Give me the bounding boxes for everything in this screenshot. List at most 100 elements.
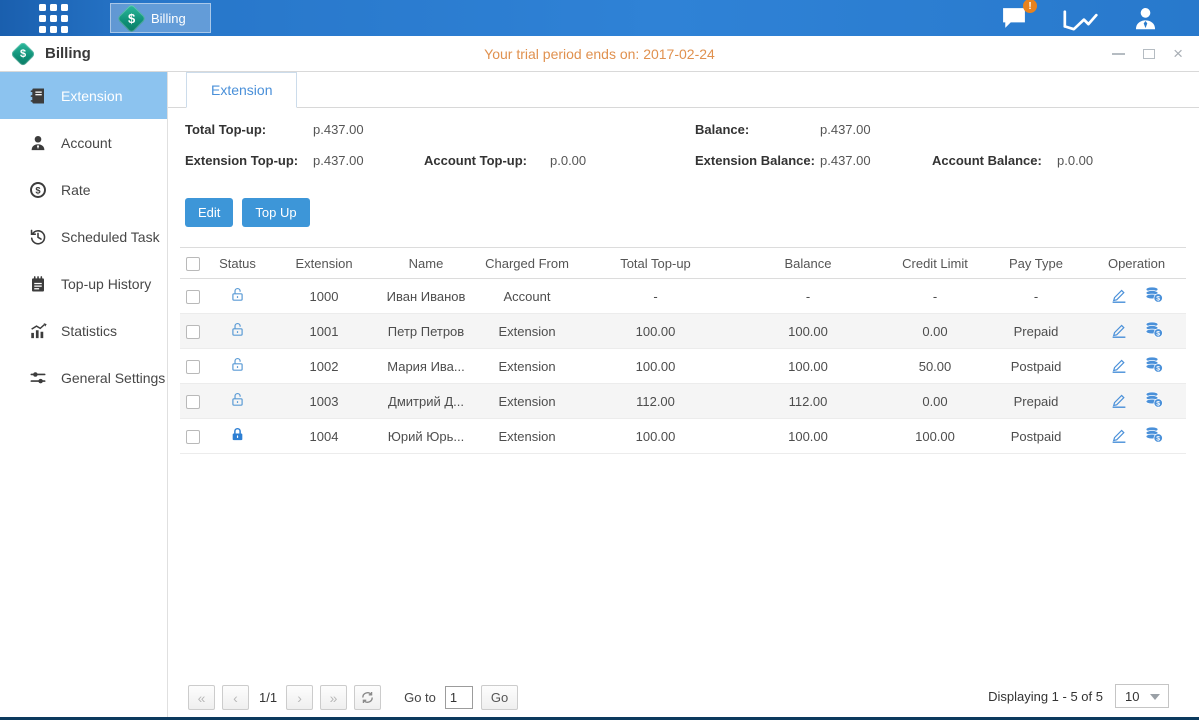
credit-limit-cell: 0.00 [885, 314, 985, 349]
column-header: Status [205, 248, 270, 279]
balance-value: p.437.00 [820, 122, 871, 137]
top-up-button[interactable]: Top Up [242, 198, 309, 227]
dropdown-arrow-icon [1150, 694, 1160, 700]
total-topup-cell: 112.00 [580, 384, 731, 419]
column-header: Name [378, 248, 474, 279]
maximize-icon[interactable] [1143, 46, 1155, 62]
row-checkbox[interactable] [186, 430, 200, 444]
tab-strip: Extension [168, 72, 1199, 108]
sidebar-item-statistics[interactable]: Statistics [0, 307, 167, 354]
pagination: « ‹ 1/1 › » Go to Go [188, 685, 525, 710]
stats-icon [28, 322, 48, 340]
name-cell: Юрий Юрь... [378, 419, 474, 454]
sidebar-item-rate[interactable]: $Rate [0, 166, 167, 213]
window-body: Extension Account$RateScheduled TaskTop-u… [0, 72, 1199, 717]
table-row: 1003Дмитрий Д...Extension112.00112.000.0… [180, 384, 1186, 419]
edit-icon[interactable] [1110, 356, 1128, 374]
lock-open-icon [229, 391, 246, 408]
edit-icon[interactable] [1110, 286, 1128, 304]
row-checkbox[interactable] [186, 290, 200, 304]
charged-from-cell: Extension [474, 314, 580, 349]
svg-text:$: $ [1156, 401, 1160, 408]
prev-page-icon[interactable]: ‹ [222, 685, 249, 710]
sidebar: Extension Account$RateScheduled TaskTop-u… [0, 72, 168, 717]
taskbar-item-billing[interactable]: $ Billing [110, 3, 211, 33]
table-row: 1001Петр ПетровExtension100.00100.000.00… [180, 314, 1186, 349]
resource-monitor-icon[interactable] [1062, 6, 1098, 31]
lock-open-icon [229, 356, 246, 373]
displaying-text: Displaying 1 - 5 of 5 [988, 689, 1103, 704]
notifications-icon[interactable]: ! [1000, 6, 1028, 30]
lock-open-icon [229, 286, 246, 303]
topup-icon[interactable]: $ [1144, 320, 1164, 339]
lock-closed-icon [229, 426, 246, 443]
column-header: Operation [1087, 248, 1186, 279]
book-icon [28, 87, 48, 105]
next-page-icon[interactable]: › [286, 685, 313, 710]
close-icon[interactable]: × [1173, 46, 1183, 62]
app-grid-icon[interactable] [36, 3, 70, 33]
topup-icon[interactable]: $ [1144, 390, 1164, 409]
svg-text:$: $ [35, 185, 41, 195]
svg-text:$: $ [1156, 296, 1160, 303]
credit-limit-cell: - [885, 279, 985, 314]
user-account-icon[interactable] [1132, 5, 1159, 32]
edit-icon[interactable] [1110, 426, 1128, 444]
sidebar-item-extension[interactable]: Extension [0, 72, 167, 119]
pay-type-cell: Prepaid [985, 384, 1087, 419]
row-checkbox[interactable] [186, 360, 200, 374]
edit-icon[interactable] [1110, 321, 1128, 339]
first-page-icon[interactable]: « [188, 685, 215, 710]
page-indicator: 1/1 [259, 690, 277, 705]
pay-type-cell: - [985, 279, 1087, 314]
credit-limit-cell: 0.00 [885, 384, 985, 419]
sidebar-item-top-up-history[interactable]: Top-up History [0, 260, 167, 307]
row-checkbox[interactable] [186, 395, 200, 409]
page-size-select[interactable]: 10 [1115, 684, 1169, 708]
svg-text:$: $ [1156, 436, 1160, 443]
edit-icon[interactable] [1110, 391, 1128, 409]
sliders-icon [28, 369, 48, 387]
lock-open-icon [229, 321, 246, 338]
extension-balance-label: Extension Balance: [695, 153, 815, 168]
svg-text:$: $ [1156, 331, 1160, 338]
extension-topup-label: Extension Top-up: [185, 153, 298, 168]
refresh-icon[interactable] [354, 685, 381, 710]
window-titlebar: $ Billing Your trial period ends on: 201… [0, 36, 1199, 72]
tab-extension[interactable]: Extension [186, 72, 297, 108]
topup-icon[interactable]: $ [1144, 355, 1164, 374]
charged-from-cell: Extension [474, 349, 580, 384]
charged-from-cell: Extension [474, 384, 580, 419]
sidebar-item-label: Extension [61, 88, 122, 104]
name-cell: Петр Петров [378, 314, 474, 349]
sidebar-item-label: General Settings [61, 370, 165, 386]
balance-cell: - [731, 279, 885, 314]
billing-app-icon: $ [117, 3, 147, 33]
extensions-table: Status Extension NameCharged FromTotal Top… [180, 247, 1186, 454]
main-panel: Extension Total Top-up: p.437.00 Balance… [168, 72, 1199, 717]
go-button[interactable]: Go [481, 685, 518, 710]
balance-label: Balance: [695, 122, 749, 137]
extension-cell: 1002 [270, 349, 378, 384]
name-cell: Мария Ива... [378, 349, 474, 384]
history-clock-icon [28, 228, 48, 246]
edit-button[interactable]: Edit [185, 198, 233, 227]
topup-icon[interactable]: $ [1144, 285, 1164, 304]
row-checkbox[interactable] [186, 325, 200, 339]
minimize-icon[interactable] [1112, 46, 1125, 62]
sidebar-item-account[interactable]: Account [0, 119, 167, 166]
topup-icon[interactable]: $ [1144, 425, 1164, 444]
taskbar-item-label: Billing [151, 11, 186, 26]
goto-page-input[interactable] [445, 686, 473, 709]
column-header: Charged From [474, 248, 580, 279]
extension-cell: 1001 [270, 314, 378, 349]
sidebar-item-scheduled-task[interactable]: Scheduled Task [0, 213, 167, 260]
extension-cell: 1004 [270, 419, 378, 454]
summary-section: Total Top-up: p.437.00 Balance: p.437.00… [168, 108, 1199, 184]
extension-cell: 1003 [270, 384, 378, 419]
sidebar-item-general-settings[interactable]: General Settings [0, 354, 167, 401]
select-all-checkbox[interactable] [186, 257, 200, 271]
last-page-icon[interactable]: » [320, 685, 347, 710]
column-header: Total Top-up [580, 248, 731, 279]
goto-label: Go to [404, 690, 436, 705]
